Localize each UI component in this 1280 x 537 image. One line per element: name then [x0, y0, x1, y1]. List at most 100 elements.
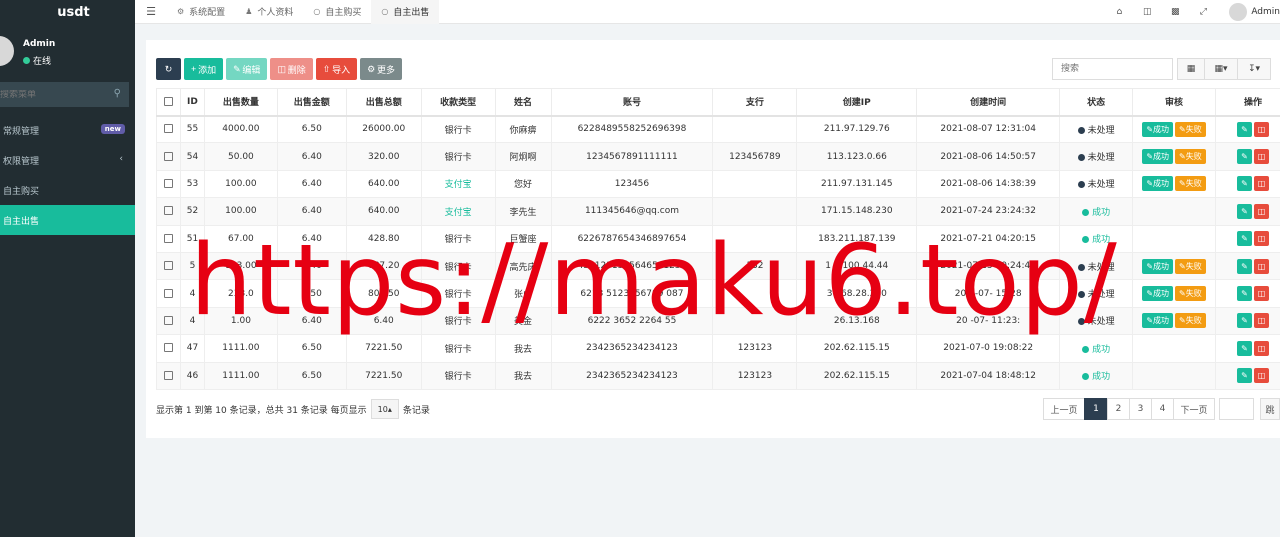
- col-type[interactable]: 收款类型: [420, 88, 496, 117]
- audit-fail-button[interactable]: ✎失败: [1175, 149, 1206, 165]
- tab-system-config[interactable]: ⚙ 系统配置: [167, 0, 235, 24]
- delete-row-button[interactable]: ◫: [1254, 313, 1269, 329]
- top-user-name[interactable]: Admin: [1251, 7, 1280, 17]
- edit-row-button[interactable]: ✎: [1237, 286, 1252, 302]
- import-button[interactable]: ⇧ 导入: [315, 58, 358, 80]
- col-time[interactable]: 创建时间: [916, 88, 1061, 117]
- more-button[interactable]: ⚙ 更多: [360, 58, 403, 80]
- page-1-button[interactable]: 1: [1084, 398, 1108, 420]
- table-row[interactable]: 51 67.00 6.40 428.80 银行卡 巨蟹座 62267876543468976…: [156, 224, 1280, 253]
- col-total[interactable]: 出售总额: [345, 88, 422, 117]
- edit-row-button[interactable]: ✎: [1237, 258, 1252, 274]
- delete-row-button[interactable]: ◫: [1254, 368, 1269, 384]
- table-row[interactable]: 46 1111.00 6.50 7221.50 银行卡 我去 234236523423412…: [156, 361, 1280, 390]
- edit-row-button[interactable]: ✎: [1237, 149, 1252, 165]
- sidebar-item-permissions[interactable]: 权限管理 ‹: [0, 145, 135, 175]
- row-checkbox[interactable]: [163, 343, 173, 353]
- table-row[interactable]: 5 123.00 6.40 787.20 银行卡 高先床 45612313456465412…: [156, 251, 1280, 281]
- hamburger-icon[interactable]: ☰: [135, 5, 167, 18]
- delete-row-button[interactable]: ◫: [1254, 286, 1269, 302]
- translate-icon[interactable]: ▩: [1161, 7, 1189, 17]
- brand-logo[interactable]: usdt: [0, 0, 135, 24]
- next-page-button[interactable]: 下一页: [1173, 398, 1215, 420]
- col-qty[interactable]: 出售数量: [203, 88, 278, 117]
- table-row[interactable]: 4 1.00 6.40 6.40 银行卡 美金 6222 3652 2264 55 26.1…: [156, 306, 1280, 336]
- edit-button[interactable]: ✎ 编辑: [226, 58, 268, 80]
- delete-row-button[interactable]: ◫: [1254, 340, 1269, 356]
- export-button[interactable]: ↧▾: [1237, 58, 1271, 80]
- tab-self-buy[interactable]: ○ 自主购买: [303, 0, 371, 24]
- audit-success-button[interactable]: ✎成功: [1142, 313, 1174, 329]
- avatar[interactable]: [1229, 3, 1248, 21]
- refresh-button[interactable]: ↻: [156, 58, 181, 80]
- col-actions[interactable]: 操作: [1215, 88, 1280, 117]
- edit-row-button[interactable]: ✎: [1237, 176, 1252, 192]
- sidebar-search-input[interactable]: [0, 89, 100, 100]
- edit-row-button[interactable]: ✎: [1237, 368, 1252, 384]
- edit-row-button[interactable]: ✎: [1237, 313, 1252, 329]
- edit-row-button[interactable]: ✎: [1237, 231, 1252, 247]
- delete-row-button[interactable]: ◫: [1254, 258, 1269, 274]
- col-audit[interactable]: 审核: [1132, 88, 1217, 117]
- goto-page-button[interactable]: 跳: [1260, 398, 1280, 420]
- tab-self-sell[interactable]: ○ 自主出售: [371, 0, 440, 24]
- sidebar-item-general[interactable]: 常规管理 new: [0, 115, 135, 145]
- row-checkbox[interactable]: [163, 261, 173, 271]
- table-view-button[interactable]: ▦: [1177, 58, 1205, 80]
- select-all-checkbox[interactable]: [163, 96, 173, 106]
- col-name[interactable]: 姓名: [494, 88, 552, 117]
- goto-page-input[interactable]: [1219, 398, 1254, 420]
- audit-success-button[interactable]: ✎成功: [1142, 121, 1174, 137]
- audit-fail-button[interactable]: ✎失败: [1175, 313, 1206, 329]
- delete-row-button[interactable]: ◫: [1254, 203, 1269, 219]
- audit-fail-button[interactable]: ✎失败: [1175, 286, 1206, 302]
- row-checkbox[interactable]: [163, 206, 173, 216]
- fullscreen-icon[interactable]: ⤢: [1189, 7, 1217, 17]
- columns-button[interactable]: ▦▾: [1204, 58, 1238, 80]
- delete-row-button[interactable]: ◫: [1254, 176, 1269, 192]
- search-icon[interactable]: ⚲: [114, 88, 121, 99]
- row-checkbox[interactable]: [163, 124, 173, 134]
- prev-page-button[interactable]: 上一页: [1043, 398, 1085, 420]
- row-checkbox[interactable]: [163, 370, 173, 380]
- home-icon[interactable]: ⌂: [1105, 7, 1133, 17]
- table-row[interactable]: 4 233.0 6.50 801 50 银行卡 张山 6213 5123456789 087…: [156, 279, 1280, 308]
- audit-success-button[interactable]: ✎成功: [1142, 149, 1174, 165]
- audit-success-button[interactable]: ✎成功: [1142, 176, 1174, 192]
- audit-success-button[interactable]: ✎成功: [1142, 286, 1174, 302]
- add-button[interactable]: + 添加: [184, 58, 224, 80]
- delete-row-button[interactable]: ◫: [1254, 149, 1269, 165]
- table-search-input[interactable]: [1052, 58, 1173, 80]
- sidebar-item-self-buy[interactable]: 自主购买: [0, 175, 135, 205]
- sidebar-item-self-sell[interactable]: 自主出售: [0, 205, 135, 235]
- row-checkbox[interactable]: [163, 178, 173, 188]
- table-row[interactable]: 53 100.00 6.40 640.00 支付宝 您好 123456 211.97.131.…: [156, 169, 1280, 199]
- delete-row-button[interactable]: ◫: [1254, 231, 1269, 247]
- page-2-button[interactable]: 2: [1107, 398, 1130, 420]
- col-branch[interactable]: 支行: [712, 88, 798, 117]
- table-row[interactable]: 47 1111.00 6.50 7221.50 银行卡 我去 234236523423412…: [156, 334, 1280, 363]
- col-price[interactable]: 出售金额: [276, 88, 347, 117]
- tab-profile[interactable]: ♟ 个人资料: [235, 0, 303, 24]
- edit-row-button[interactable]: ✎: [1237, 121, 1252, 137]
- delete-button[interactable]: ◫ 删除: [270, 58, 313, 80]
- col-id[interactable]: ID: [179, 88, 205, 117]
- table-row[interactable]: 52 100.00 6.40 640.00 支付宝 李先生 111345646@qq.com…: [156, 197, 1280, 226]
- row-checkbox[interactable]: [163, 233, 173, 243]
- row-checkbox[interactable]: [163, 151, 173, 161]
- audit-fail-button[interactable]: ✎失败: [1175, 258, 1206, 274]
- table-row[interactable]: 54 50.00 6.40 320.00 银行卡 阿炯啊 1234567891111111 1…: [156, 142, 1280, 171]
- row-checkbox[interactable]: [163, 315, 173, 325]
- page-size-select[interactable]: 10 ▴: [370, 399, 399, 419]
- trash-icon[interactable]: ◫: [1133, 7, 1161, 17]
- audit-fail-button[interactable]: ✎失败: [1175, 121, 1206, 137]
- col-status[interactable]: 状态: [1059, 88, 1134, 117]
- edit-row-button[interactable]: ✎: [1237, 340, 1252, 356]
- col-account[interactable]: 账号: [550, 88, 714, 117]
- audit-success-button[interactable]: ✎成功: [1142, 258, 1174, 274]
- col-ip[interactable]: 创建IP: [796, 88, 918, 117]
- delete-row-button[interactable]: ◫: [1254, 121, 1269, 137]
- row-checkbox[interactable]: [163, 288, 173, 298]
- audit-fail-button[interactable]: ✎失败: [1175, 176, 1206, 192]
- edit-row-button[interactable]: ✎: [1237, 203, 1252, 219]
